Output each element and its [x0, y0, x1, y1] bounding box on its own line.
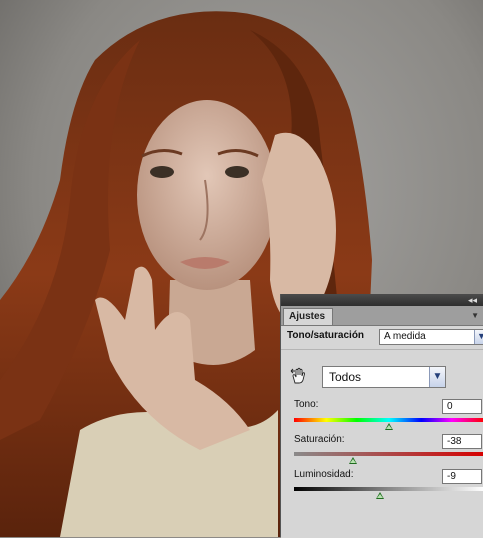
chevron-down-icon[interactable]: ▼	[474, 330, 483, 344]
lightness-input[interactable]: -9	[442, 469, 482, 484]
hue-slider-thumb[interactable]	[385, 423, 393, 430]
tab-ajustes[interactable]: Ajustes	[283, 308, 333, 325]
lightness-label: Luminosidad:	[294, 469, 354, 480]
hue-label: Tono:	[294, 399, 319, 410]
chevron-down-icon[interactable]: ▼	[429, 367, 445, 387]
saturation-slider-thumb[interactable]	[348, 457, 357, 464]
panel-menu-icon[interactable]: ▼	[471, 311, 479, 320]
channel-value: Todos	[329, 370, 362, 384]
hand-scrubby-icon[interactable]	[290, 367, 308, 385]
hue-slider-track[interactable]	[294, 418, 483, 422]
adjustments-panel: ◂◂ Ajustes ▼ Tono/saturación A medida ▼ …	[280, 294, 483, 538]
hue-input[interactable]: 0	[442, 399, 482, 414]
saturation-input[interactable]: -38	[442, 434, 482, 449]
adjustment-title: Tono/saturación	[287, 330, 365, 341]
preset-value: A medida	[384, 331, 426, 342]
lightness-slider-track[interactable]	[294, 487, 483, 491]
panel-tab-bar: Ajustes ▼	[281, 306, 483, 326]
double-chevron-right-icon[interactable]: ◂◂	[468, 295, 477, 305]
lightness-slider-thumb[interactable]	[376, 492, 385, 499]
preset-dropdown[interactable]: A medida ▼	[379, 329, 483, 345]
adjustment-header: Tono/saturación A medida ▼	[281, 326, 483, 348]
saturation-slider-track[interactable]	[294, 452, 483, 456]
saturation-label: Saturación:	[294, 434, 345, 445]
channel-dropdown[interactable]: Todos ▼	[322, 366, 446, 388]
adjustment-body: Todos ▼ Tono: 0 Saturación: -38 Luminosi…	[281, 349, 483, 538]
panel-title-bar: ◂◂	[281, 294, 483, 306]
